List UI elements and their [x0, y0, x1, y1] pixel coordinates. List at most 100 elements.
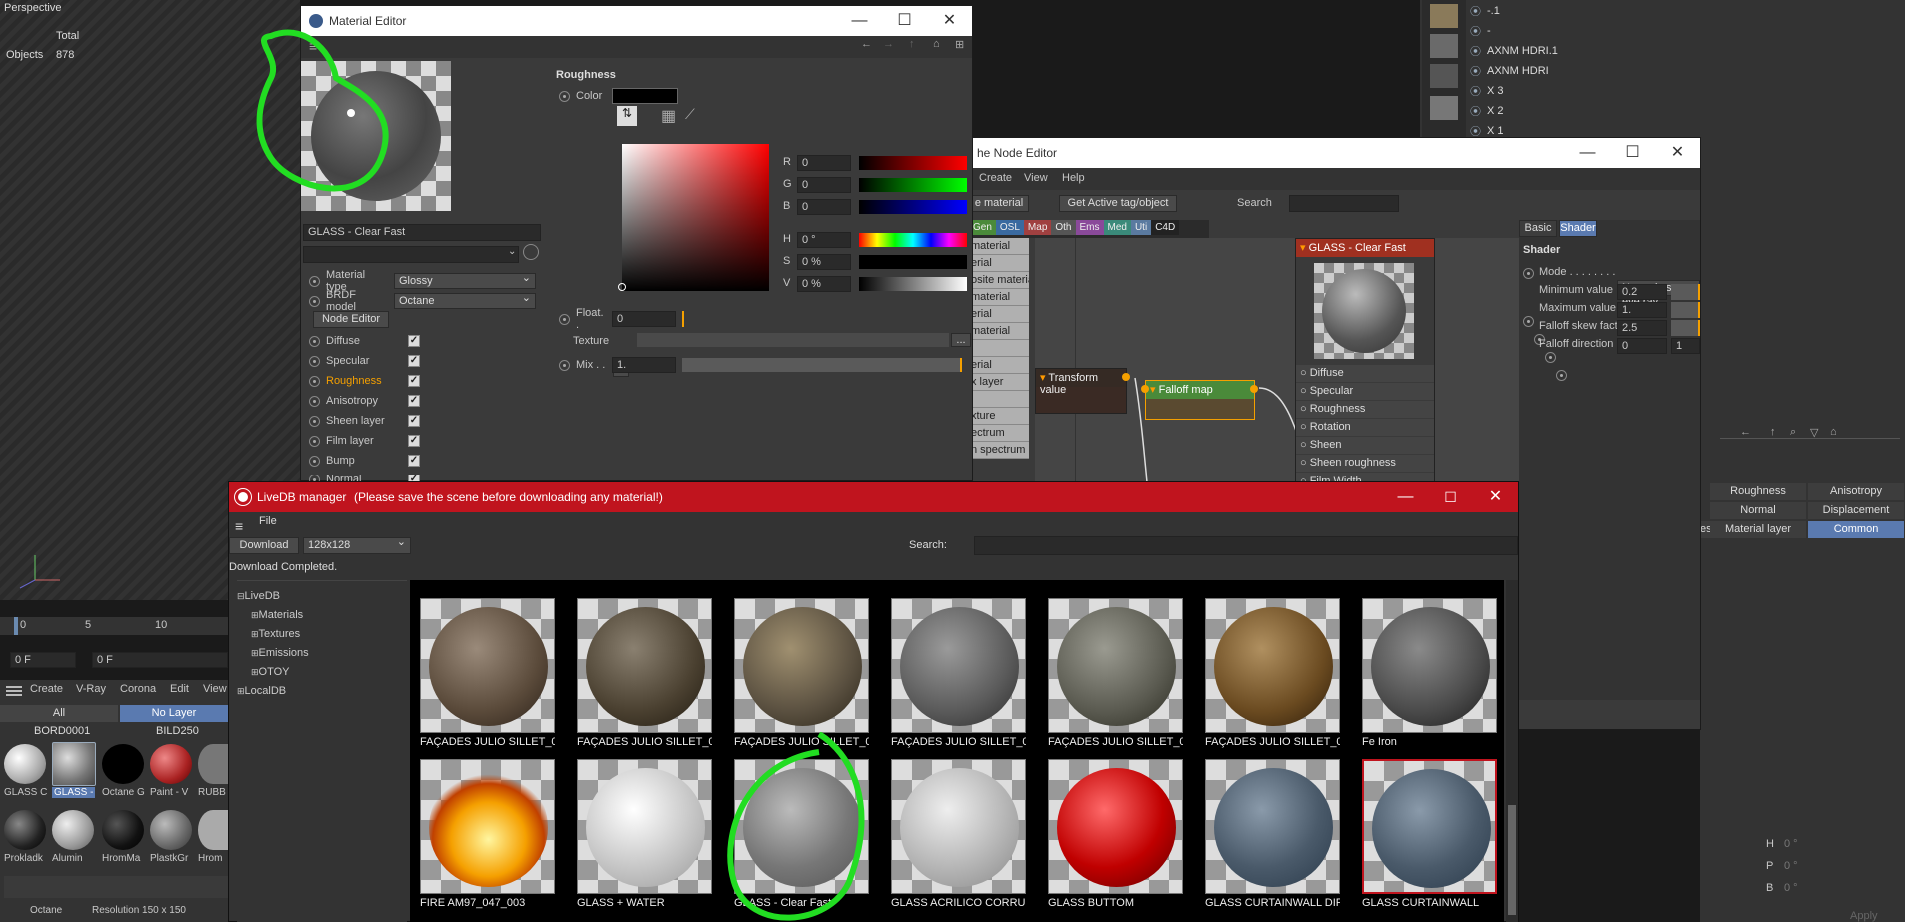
- attr-slider[interactable]: [1671, 284, 1700, 300]
- grid-scrollbar[interactable]: [1506, 580, 1518, 922]
- close-icon[interactable]: ✕: [1473, 482, 1518, 512]
- radio-icon[interactable]: [309, 395, 320, 407]
- menu-create[interactable]: Create: [979, 172, 1012, 184]
- attr-tab-displacement[interactable]: Displacement: [1808, 502, 1904, 519]
- material-thumbnail[interactable]: [1362, 598, 1497, 733]
- radio-icon[interactable]: [309, 415, 320, 427]
- lock-icon[interactable]: ⌂: [1830, 426, 1837, 438]
- min-frame-field[interactable]: 0 F: [92, 652, 228, 668]
- up-arrow-icon[interactable]: ↑: [909, 38, 915, 50]
- input-pin[interactable]: ○ Diffuse: [1296, 365, 1434, 382]
- material-thumb[interactable]: [102, 744, 144, 784]
- attr-tab-material-layer[interactable]: Material layer: [1710, 521, 1806, 538]
- g-field[interactable]: 0: [797, 177, 851, 193]
- material-thumb[interactable]: [52, 810, 94, 850]
- node-list-item[interactable]: [969, 391, 1029, 408]
- expand-icon[interactable]: ⊞: [251, 629, 259, 639]
- checkbox[interactable]: ✓: [408, 415, 420, 427]
- menu-file[interactable]: File: [259, 515, 277, 527]
- coord-b-field[interactable]: 0 °: [1780, 881, 1880, 897]
- collapse-icon[interactable]: ▾: [1300, 242, 1306, 254]
- color-picker-field[interactable]: [618, 144, 769, 291]
- radio-icon[interactable]: [309, 375, 320, 387]
- forward-arrow-icon[interactable]: →: [883, 38, 894, 50]
- node-list-item[interactable]: ectrum: [969, 425, 1029, 442]
- livedb-search-input[interactable]: [974, 536, 1518, 555]
- attr-tab-shader[interactable]: Shader: [1559, 220, 1597, 237]
- material-thumbnail[interactable]: [734, 598, 869, 733]
- livedb-material-item[interactable]: Fe Iron: [1362, 598, 1497, 748]
- material-name-field[interactable]: GLASS - Clear Fast: [303, 224, 541, 241]
- lock-icon[interactable]: ⌂: [933, 38, 940, 50]
- node-editor-button[interactable]: Node Editor: [313, 311, 389, 328]
- mix-field[interactable]: 1.: [612, 357, 676, 373]
- cube-icon[interactable]: [1430, 96, 1458, 120]
- radio-icon[interactable]: [1556, 370, 1567, 381]
- tree-item-textures[interactable]: ⊞Textures: [237, 625, 407, 644]
- tab-uti[interactable]: Uti: [1130, 220, 1152, 235]
- channel-row[interactable]: Sheen layer ✓: [309, 415, 420, 427]
- layer-none-button[interactable]: No Layer: [120, 705, 228, 722]
- radio-icon[interactable]: [309, 435, 320, 447]
- tab-osl[interactable]: OSL: [995, 220, 1024, 235]
- material-thumbnail[interactable]: [577, 598, 712, 733]
- radio-icon[interactable]: [559, 90, 570, 102]
- h-field[interactable]: 0 °: [797, 232, 851, 248]
- back-arrow-icon[interactable]: ←: [861, 38, 872, 50]
- tab-oth[interactable]: Oth: [1051, 220, 1076, 235]
- input-pin[interactable]: ○ Rotation: [1296, 419, 1434, 436]
- menu-view[interactable]: View: [1024, 172, 1048, 184]
- float-slider[interactable]: [682, 311, 684, 327]
- attr-tab-partial[interactable]: es: [1700, 521, 1710, 538]
- object-row[interactable]: ⦿ AXNM HDRI: [1470, 61, 1549, 81]
- eyedropper-icon[interactable]: ⟋: [685, 106, 695, 123]
- attr-value-field[interactable]: 1.: [1617, 302, 1667, 318]
- livedb-material-item[interactable]: FAÇADES JULIO SILLET_08: [1048, 598, 1183, 748]
- checkbox[interactable]: ✓: [408, 375, 420, 387]
- checker-icon[interactable]: [1430, 34, 1458, 58]
- expand-icon[interactable]: ⊞: [237, 686, 245, 696]
- node-list-item[interactable]: x layer: [969, 374, 1029, 391]
- material-thumbnail[interactable]: [420, 598, 555, 733]
- tab-c4d[interactable]: C4D: [1151, 220, 1180, 235]
- livedb-material-item[interactable]: FAÇADES JULIO SILLET_09: [1205, 598, 1340, 748]
- coord-h-field[interactable]: 0 °: [1780, 837, 1880, 853]
- tree-item-materials[interactable]: ⊞Materials: [237, 606, 407, 625]
- mix-slider[interactable]: [682, 358, 962, 372]
- checkbox[interactable]: ✓: [408, 395, 420, 407]
- node-list-item[interactable]: [969, 340, 1029, 357]
- get-active-button[interactable]: Get Active tag/object: [1059, 195, 1177, 212]
- current-frame-field[interactable]: 0 F: [10, 652, 76, 668]
- menu-icon[interactable]: ≡: [235, 518, 243, 534]
- object-row[interactable]: ⦿ X 2: [1470, 101, 1504, 121]
- minimize-icon[interactable]: —: [837, 6, 882, 36]
- material-thumb[interactable]: [4, 744, 46, 784]
- livedb-material-item[interactable]: GLASS + WATER: [577, 759, 712, 909]
- expand-icon[interactable]: ⊞: [251, 667, 259, 677]
- livedb-material-item[interactable]: GLASS BUTTOM: [1048, 759, 1183, 909]
- color-mixer-icon[interactable]: ⇅: [617, 106, 637, 126]
- menu-vray[interactable]: V-Ray: [76, 683, 106, 695]
- nav-up-icon[interactable]: ↑: [1770, 426, 1776, 438]
- minimize-icon[interactable]: —: [1383, 482, 1428, 512]
- g-slider[interactable]: [859, 178, 967, 192]
- attr-tab-basic[interactable]: Basic: [1519, 220, 1557, 237]
- s-slider[interactable]: [859, 255, 967, 269]
- object-row[interactable]: ⦿ X 3: [1470, 81, 1504, 101]
- object-row[interactable]: ⦿ -: [1470, 21, 1491, 41]
- material-thumb[interactable]: [198, 744, 228, 784]
- radio-icon[interactable]: [309, 455, 320, 467]
- texture-browse-button[interactable]: ...: [951, 333, 971, 347]
- close-icon[interactable]: ✕: [927, 6, 972, 36]
- checkbox[interactable]: ✓: [408, 435, 420, 447]
- radio-icon[interactable]: [309, 275, 320, 287]
- timeline-ruler[interactable]: 0 5 10: [0, 617, 228, 635]
- coord-p-field[interactable]: 0 °: [1780, 859, 1880, 875]
- float-field[interactable]: 0: [612, 311, 676, 327]
- grid-icon[interactable]: ▦: [661, 106, 676, 126]
- attr-value-field[interactable]: 1: [1671, 338, 1700, 354]
- object-row[interactable]: ⦿ AXNM HDRI.1: [1470, 41, 1558, 61]
- radio-icon[interactable]: [559, 359, 570, 371]
- material-thumb[interactable]: [4, 810, 46, 850]
- node-list-item[interactable]: material: [969, 323, 1029, 340]
